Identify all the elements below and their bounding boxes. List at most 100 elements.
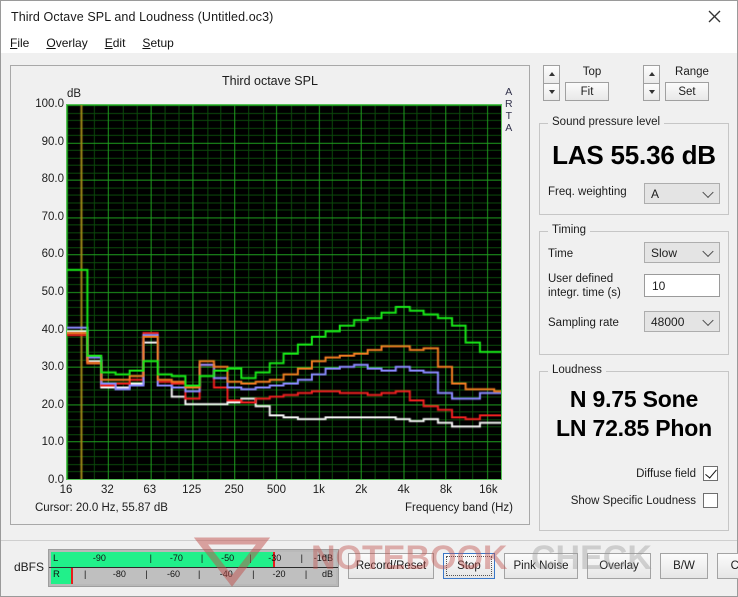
time-select[interactable]: Slow: [644, 242, 720, 263]
range-spin-up-button[interactable]: [643, 65, 660, 84]
loudness-group: Loudness N 9.75 Sone LN 72.85 Phon Diffu…: [539, 364, 729, 531]
title-bar: Third Octave SPL and Loudness (Untitled.…: [1, 1, 737, 32]
diffuse-field-check-icon: [703, 466, 718, 481]
diffuse-field-label: Diffuse field: [636, 467, 696, 480]
freq-weighting-label: Freq. weighting: [548, 186, 627, 198]
meter-tick-bot-2: -40: [219, 569, 233, 579]
close-icon[interactable]: [691, 1, 737, 32]
integration-time-value: 10: [652, 278, 666, 293]
meter-tick-top-sep3: |: [249, 553, 252, 563]
meter-channel-left: L: [53, 553, 59, 564]
meter-tick-top-3: -30: [268, 553, 282, 563]
chart-panel: Third octave SPL dB ARTA 0.0 10.0 20.0 30.0…: [10, 65, 530, 525]
freq-weighting-select[interactable]: A: [644, 183, 720, 204]
window-title: Third Octave SPL and Loudness (Untitled.…: [11, 9, 274, 24]
x-tick-32: 32: [101, 484, 114, 496]
meter-tick-top-2: -50: [221, 553, 235, 563]
spl-readout: LAS 55.36 dB: [552, 140, 716, 170]
pink-noise-button[interactable]: Pink Noise: [504, 553, 578, 579]
chevron-down-icon: [702, 314, 714, 326]
y-tick-90.0: 90.0: [41, 135, 64, 148]
plot-area[interactable]: [66, 104, 502, 480]
freq-weighting-value: A: [651, 186, 660, 201]
range-label: Range: [675, 66, 709, 78]
arta-window: Third Octave SPL and Loudness (Untitled.…: [0, 0, 738, 597]
sampling-rate-label: Sampling rate: [548, 317, 619, 329]
y-tick-40.0: 40.0: [41, 323, 64, 336]
loudness-group-title: Loudness: [548, 364, 606, 376]
diffuse-field-checkbox[interactable]: Diffuse field: [540, 466, 718, 481]
meter-tick-bot-sep3: |: [252, 569, 255, 579]
freq-weighting-row: Freq. weighting: [548, 186, 627, 198]
spl-plot-canvas[interactable]: [66, 104, 502, 480]
top-spinner[interactable]: [543, 65, 560, 101]
x-tick-1k: 1k: [312, 484, 325, 496]
range-spinner[interactable]: [643, 65, 660, 101]
menu-bar: File Overlay Edit Setup: [1, 32, 737, 53]
fit-button[interactable]: Fit: [565, 82, 609, 101]
x-tick-63: 63: [143, 484, 157, 496]
y-tick-20.0: 20.0: [41, 398, 64, 411]
sampling-rate-value: 48000: [651, 314, 685, 329]
button-label: Pink Noise: [513, 560, 569, 572]
button-label: B/W: [673, 560, 695, 572]
record-reset-button[interactable]: Record/Reset: [348, 553, 434, 579]
meter-tick-top-sep4: |: [300, 553, 303, 563]
loudness-sone-readout: N 9.75 Sone: [569, 386, 699, 412]
x-axis-label: Frequency band (Hz): [404, 502, 513, 514]
meter-peak-right: [70, 568, 73, 584]
button-label: Overlay: [599, 560, 639, 572]
x-tick-500: 500: [266, 484, 287, 496]
sound-pressure-level-group: Sound pressure level LAS 55.36 dB Freq. …: [539, 116, 729, 215]
top-spin-down-button[interactable]: [543, 83, 560, 101]
bottom-bar: dBFS L dB -90 | -70 | -50 | -30 | -10 R …: [1, 540, 738, 596]
top-spin-up-button[interactable]: [543, 65, 560, 84]
meter-tick-bot-sep0: |: [84, 569, 87, 579]
dbfs-label: dBFS: [14, 560, 45, 574]
chevron-down-icon: [702, 186, 714, 198]
sampling-rate-select[interactable]: 48000: [644, 311, 720, 332]
x-tick-125: 125: [182, 484, 202, 496]
overlay-button[interactable]: Overlay: [587, 553, 651, 579]
b-w-button[interactable]: B/W: [660, 553, 708, 579]
menu-edit[interactable]: Edit: [105, 35, 135, 51]
meter-tick-top-sep1: |: [149, 553, 152, 563]
input-level-meter[interactable]: L dB -90 | -70 | -50 | -30 | -10 R dB | …: [48, 549, 339, 587]
meter-tick-top-1: -70: [169, 553, 183, 563]
show-specific-loudness-check-icon: [703, 493, 718, 508]
cursor-readout: Cursor: 20.0 Hz, 55.87 dB: [35, 502, 168, 514]
arta-watermark-label: ARTA: [505, 86, 513, 134]
transport-button-row: Record/Reset Stop Pink Noise Overlay B/W Copy: [348, 553, 738, 579]
x-tick-16: 16: [59, 484, 73, 496]
y-tick-80.0: 80.0: [41, 173, 64, 186]
x-axis-ticks: 16 32 63 125 250 500 1k 2k 4k 8k 16k: [60, 484, 502, 500]
button-label: Record/Reset: [355, 560, 427, 572]
x-tick-250: 250: [224, 484, 244, 496]
meter-tick-bot-sep1: |: [145, 569, 148, 579]
menu-setup[interactable]: Setup: [142, 35, 182, 51]
range-spin-down-button[interactable]: [643, 83, 660, 101]
show-specific-loudness-label: Show Specific Loudness: [570, 494, 696, 507]
meter-row-left: L dB -90 | -70 | -50 | -30 | -10: [51, 552, 336, 568]
stop-button[interactable]: Stop: [443, 553, 495, 579]
menu-file[interactable]: File: [10, 35, 38, 51]
copy-button[interactable]: Copy: [717, 553, 738, 579]
x-tick-4k: 4k: [397, 484, 410, 496]
y-tick-50.0: 50.0: [41, 286, 64, 298]
y-tick-10.0: 10.0: [41, 436, 64, 449]
time-row: Time: [548, 248, 573, 260]
integration-time-input[interactable]: 10: [644, 274, 720, 297]
x-tick-2k: 2k: [355, 484, 368, 496]
show-specific-loudness-checkbox[interactable]: Show Specific Loudness: [540, 493, 718, 508]
button-label: Copy: [730, 560, 738, 572]
menu-overlay[interactable]: Overlay: [46, 35, 96, 51]
meter-tick-top-sep2: |: [200, 553, 204, 563]
meter-channel-right: R: [53, 569, 60, 580]
right-control-column: Top Fit Range Set Sound pressure level L…: [539, 61, 729, 531]
set-button[interactable]: Set: [665, 82, 709, 101]
meter-tick-bot-1: -60: [167, 569, 181, 579]
y-tick-0.0: 0.0: [48, 474, 64, 486]
meter-tick-bot-3: -20: [272, 569, 286, 579]
timing-group: Timing Time Slow User defined integr. ti…: [539, 224, 729, 355]
y-tick-70.0: 70.0: [41, 210, 64, 223]
